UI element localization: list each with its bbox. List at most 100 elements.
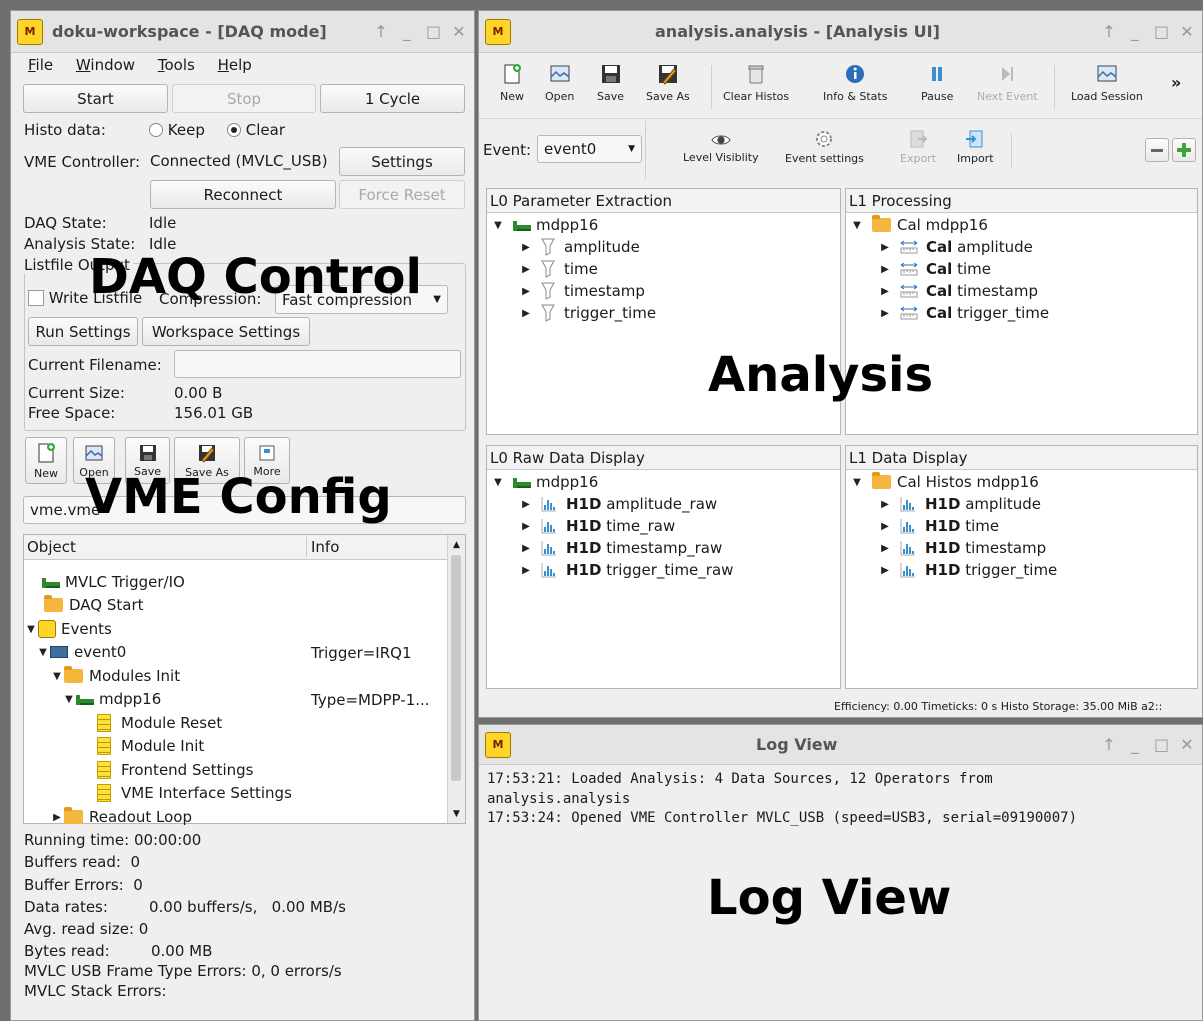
one-cycle-button[interactable]: 1 Cycle xyxy=(320,84,465,113)
keep-above-icon[interactable]: ↑ xyxy=(1102,735,1116,754)
log-text-area[interactable]: 17:53:21: Loaded Analysis: 4 Data Source… xyxy=(479,765,1202,1020)
tree-row-readout-loop[interactable]: ▶ Readout Loop xyxy=(50,806,192,828)
expand-arrow-icon[interactable]: ▼ xyxy=(850,477,864,488)
maximize-icon[interactable]: □ xyxy=(1154,22,1169,41)
expand-arrow-icon[interactable]: ▶ xyxy=(519,242,533,253)
expand-arrow-icon[interactable]: ▶ xyxy=(519,565,533,576)
expand-arrow-icon[interactable]: ▼ xyxy=(36,647,50,658)
expand-arrow-icon[interactable]: ▶ xyxy=(878,565,892,576)
minimize-icon[interactable]: _ xyxy=(1128,735,1142,754)
tree-row-event0[interactable]: ▼ event0 xyxy=(36,641,126,663)
expand-arrow-icon[interactable]: ▶ xyxy=(519,543,533,554)
tree-row-cal-trigger-time[interactable]: ▶ Cal trigger_time xyxy=(878,302,1049,324)
expand-arrow-icon[interactable]: ▶ xyxy=(519,286,533,297)
expand-arrow-icon[interactable]: ▶ xyxy=(519,264,533,275)
load-session-button[interactable]: Load Session xyxy=(1071,63,1143,103)
current-filename-field[interactable] xyxy=(174,350,461,378)
keep-above-icon[interactable]: ↑ xyxy=(1102,22,1116,41)
run-settings-button[interactable]: Run Settings xyxy=(28,317,138,346)
expand-arrow-icon[interactable]: ▼ xyxy=(491,220,505,231)
menu-tools[interactable]: Tools xyxy=(158,56,195,74)
tree-row-h1d-time[interactable]: ▶ H1D time xyxy=(878,515,999,537)
tree-row-cal-time[interactable]: ▶ Cal time xyxy=(878,258,991,280)
expand-arrow-icon[interactable]: ▼ xyxy=(50,671,64,682)
expand-arrow-icon[interactable]: ▶ xyxy=(878,543,892,554)
clear-histos-button[interactable]: Clear Histos xyxy=(723,63,789,103)
tree-row-frontend-settings[interactable]: Frontend Settings xyxy=(97,759,254,781)
expand-arrow-icon[interactable]: ▶ xyxy=(878,264,892,275)
force-reset-button[interactable]: Force Reset xyxy=(339,180,465,209)
pause-button[interactable]: Pause xyxy=(921,63,953,103)
expand-arrow-icon[interactable]: ▶ xyxy=(519,308,533,319)
tree-row-trigger-time[interactable]: ▶ trigger_time xyxy=(519,302,656,324)
tree-row-time[interactable]: ▶ time xyxy=(519,258,598,280)
analysis-open-button[interactable]: Open xyxy=(545,63,574,103)
tree-row-cal-timestamp[interactable]: ▶ Cal timestamp xyxy=(878,280,1038,302)
tree-scrollbar[interactable]: ▲ ▼ xyxy=(447,535,465,823)
level-visibility-button[interactable]: Level Visiblity xyxy=(683,132,759,164)
expand-arrow-icon[interactable]: ▶ xyxy=(878,286,892,297)
toolbar-overflow-button[interactable]: » xyxy=(1171,73,1181,92)
tree-row-h1d-amplitude[interactable]: ▶ H1D amplitude xyxy=(878,493,1041,515)
scroll-thumb[interactable] xyxy=(451,555,461,781)
analysis-titlebar[interactable]: M analysis.analysis - [Analysis UI] ↑ _ … xyxy=(479,11,1202,53)
minimize-icon[interactable]: _ xyxy=(400,22,414,41)
tree-row-module-reset[interactable]: Module Reset xyxy=(97,712,222,734)
close-icon[interactable]: ✕ xyxy=(1180,22,1194,41)
expand-arrow-icon[interactable]: ▶ xyxy=(519,521,533,532)
tree-row-modules-init[interactable]: ▼ Modules Init xyxy=(50,665,180,687)
keep-above-icon[interactable]: ↑ xyxy=(374,22,388,41)
clear-radio[interactable]: Clear xyxy=(227,121,285,139)
menu-window[interactable]: Window xyxy=(76,56,135,74)
log-titlebar[interactable]: M Log View ↑ _ □ ✕ xyxy=(479,725,1202,765)
analysis-save-button[interactable]: Save xyxy=(597,63,624,103)
expand-arrow-icon[interactable]: ▼ xyxy=(850,220,864,231)
next-event-button[interactable]: Next Event xyxy=(977,63,1038,103)
vme-new-button[interactable]: New xyxy=(25,437,67,484)
event-settings-button[interactable]: Event settings xyxy=(785,129,864,165)
tree-header-object[interactable]: Object xyxy=(27,538,76,556)
tree-row-events[interactable]: ▼ Events xyxy=(24,618,112,640)
analysis-save-as-button[interactable]: Save As xyxy=(646,63,690,103)
scroll-up-icon[interactable]: ▲ xyxy=(448,540,465,550)
keep-radio[interactable]: Keep xyxy=(149,121,205,139)
close-icon[interactable]: ✕ xyxy=(1180,735,1194,754)
expand-arrow-icon[interactable]: ▼ xyxy=(62,694,76,705)
tree-header-info[interactable]: Info xyxy=(311,538,339,556)
expand-arrow-icon[interactable]: ▶ xyxy=(50,812,64,823)
start-button[interactable]: Start xyxy=(23,84,168,113)
config-file-field[interactable]: vme.vme xyxy=(23,496,466,524)
tree-row-mdpp16[interactable]: ▼ mdpp16 xyxy=(62,688,161,710)
remove-level-button[interactable] xyxy=(1145,138,1169,162)
tree-row-vme-interface-settings[interactable]: VME Interface Settings xyxy=(97,782,292,804)
tree-row-h1d-time-raw[interactable]: ▶ H1D time_raw xyxy=(519,515,675,537)
tree-row-module-init[interactable]: Module Init xyxy=(97,735,204,757)
export-button[interactable]: Export xyxy=(900,129,936,165)
expand-arrow-icon[interactable]: ▶ xyxy=(878,499,892,510)
compression-select[interactable]: Fast compression ▼ xyxy=(275,285,448,314)
vme-open-button[interactable]: Open xyxy=(73,437,115,484)
expand-arrow-icon[interactable]: ▶ xyxy=(519,499,533,510)
tree-row-h1d-timestamp[interactable]: ▶ H1D timestamp xyxy=(878,537,1046,559)
analysis-new-button[interactable]: New xyxy=(500,63,524,103)
info-stats-button[interactable]: Info & Stats xyxy=(823,63,887,103)
vme-settings-button[interactable]: Settings xyxy=(339,147,465,176)
maximize-icon[interactable]: □ xyxy=(1154,735,1169,754)
tree-row-l0-mdpp16[interactable]: ▼ mdpp16 xyxy=(491,214,598,236)
expand-arrow-icon[interactable]: ▼ xyxy=(491,477,505,488)
tree-row-h1d-trigger-time-raw[interactable]: ▶ H1D trigger_time_raw xyxy=(519,559,733,581)
expand-arrow-icon[interactable]: ▶ xyxy=(878,521,892,532)
tree-row-cal-histos-mdpp16[interactable]: ▼ Cal Histos mdpp16 xyxy=(850,471,1039,493)
stop-button[interactable]: Stop xyxy=(172,84,316,113)
maximize-icon[interactable]: □ xyxy=(426,22,441,41)
write-listfile-checkbox[interactable]: Write Listfile xyxy=(28,289,142,307)
daq-titlebar[interactable]: M doku-workspace - [DAQ mode] ↑ _ □ ✕ xyxy=(11,11,474,53)
expand-arrow-icon[interactable]: ▶ xyxy=(878,308,892,319)
tree-row-amplitude[interactable]: ▶ amplitude xyxy=(519,236,640,258)
vme-save-as-button[interactable]: Save As xyxy=(174,437,240,484)
minimize-icon[interactable]: _ xyxy=(1128,22,1142,41)
tree-row-h1d-amplitude-raw[interactable]: ▶ H1D amplitude_raw xyxy=(519,493,717,515)
expand-arrow-icon[interactable]: ▼ xyxy=(24,624,38,635)
workspace-settings-button[interactable]: Workspace Settings xyxy=(142,317,310,346)
event-select[interactable]: event0 ▼ xyxy=(537,135,642,163)
